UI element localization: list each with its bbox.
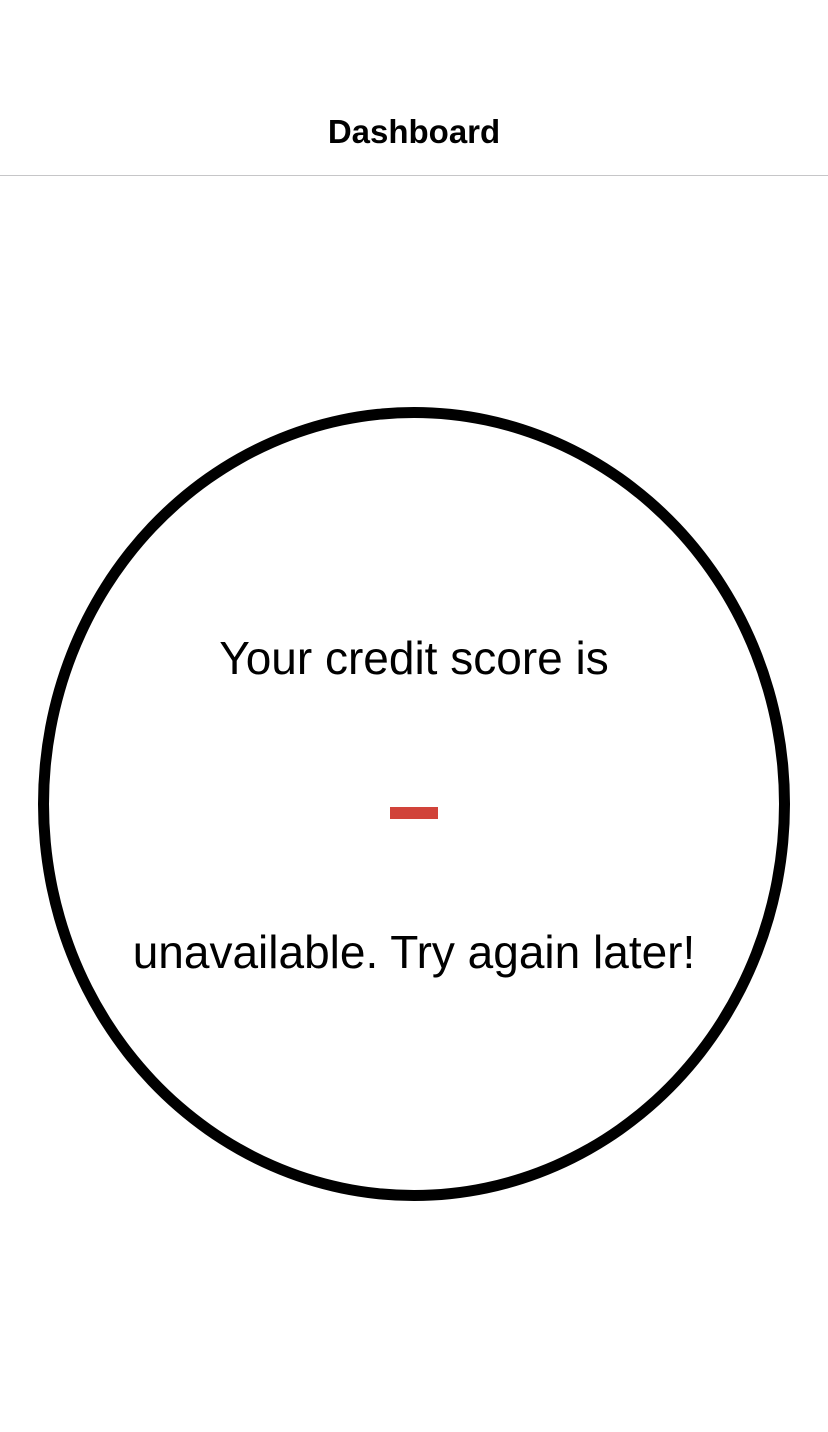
credit-score-ring — [38, 407, 790, 1201]
credit-score-message: unavailable. Try again later! — [132, 926, 696, 978]
credit-score-heading: Your credit score is — [219, 632, 609, 684]
navigation-bar: Dashboard — [0, 0, 828, 176]
dashboard-screen: Dashboard Your credit score is unavailab… — [0, 0, 828, 1432]
credit-score-unavailable-dash — [390, 807, 438, 819]
page-title: Dashboard — [327, 113, 501, 150]
